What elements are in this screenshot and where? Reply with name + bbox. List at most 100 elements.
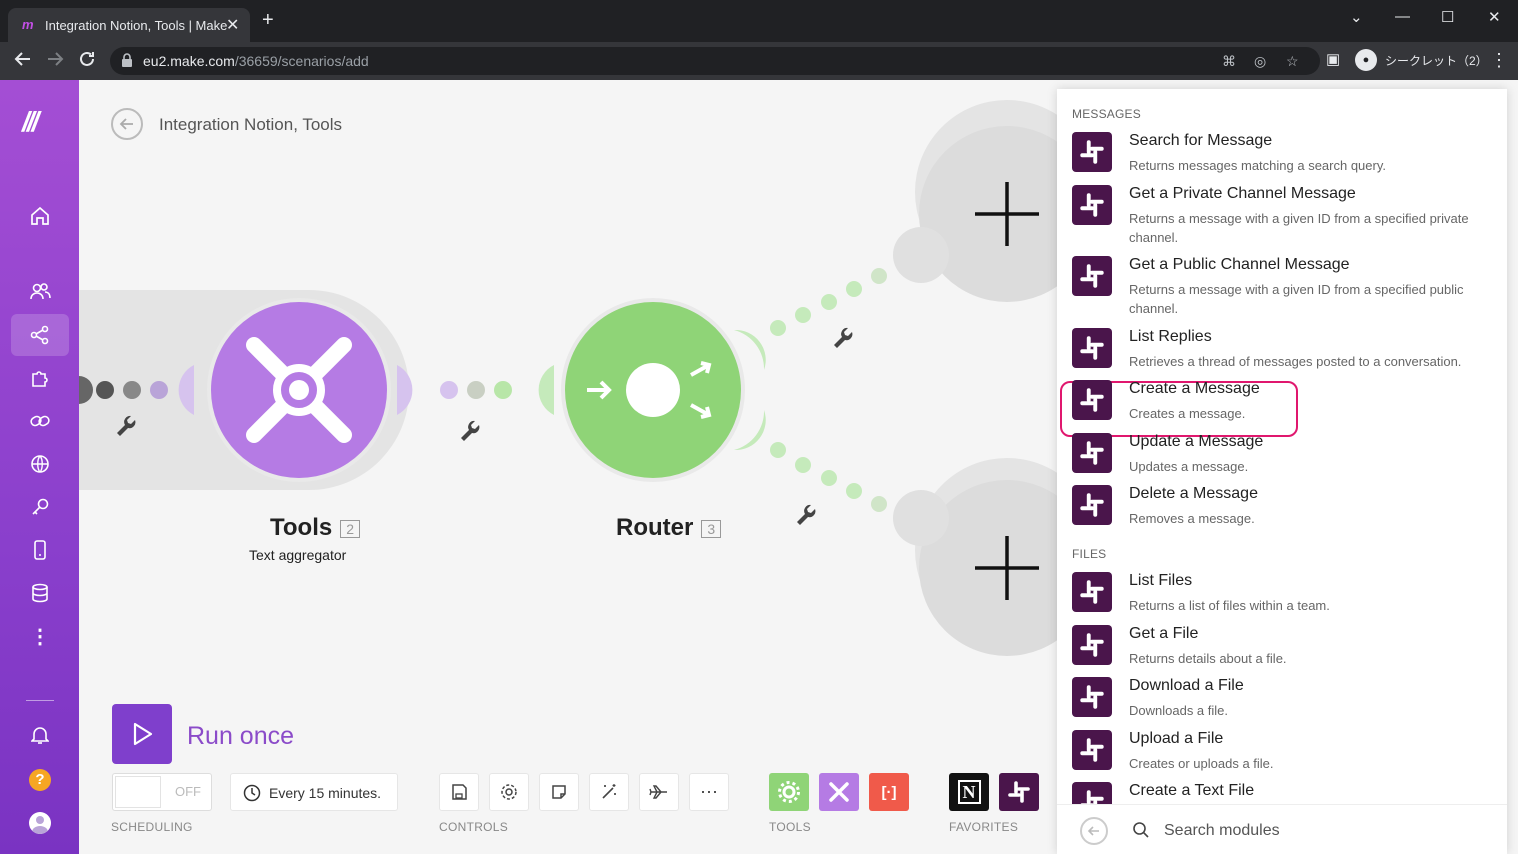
database-icon[interactable] — [28, 581, 52, 605]
browser-tab[interactable]: m Integration Notion, Tools | Make ✕ — [8, 8, 250, 42]
slack-icon — [1072, 625, 1112, 665]
url-text: eu2.make.com/36659/scenarios/add — [143, 53, 369, 69]
side-panel-icon[interactable]: ▣ — [1326, 50, 1340, 70]
eye-off-icon[interactable]: ◎ — [1254, 53, 1266, 70]
connector-dot — [96, 381, 114, 399]
schedule-setting[interactable]: Every 15 minutes. — [230, 773, 398, 811]
user-avatar-icon[interactable] — [28, 811, 52, 835]
tools-module-label[interactable]: Tools 2 — [270, 514, 361, 542]
module-description: Returns messages matching a search query… — [1129, 158, 1386, 173]
module-name: Upload a File — [1129, 730, 1224, 747]
controls-section-label: CONTROLS — [439, 820, 509, 834]
url-field[interactable]: eu2.make.com/36659/scenarios/add ⌘ ◎ ☆ — [110, 47, 1320, 75]
panel-back-button[interactable] — [1080, 817, 1108, 845]
forward-arrow-icon[interactable] — [46, 50, 64, 72]
link-icon[interactable] — [28, 409, 52, 433]
flow-diagram — [79, 100, 1079, 656]
module-description: Creates a message. — [1129, 406, 1246, 421]
module-description: Returns a list of files within a team. — [1129, 598, 1330, 613]
translate-icon[interactable]: ⌘ — [1222, 53, 1236, 70]
slack-icon — [1072, 485, 1112, 525]
more-options-button[interactable]: ⋯ — [689, 773, 729, 811]
settings-button[interactable] — [489, 773, 529, 811]
more-horizontal-icon: ⋯ — [700, 781, 718, 802]
bell-icon[interactable] — [28, 723, 52, 747]
module-description: Downloads a file. — [1129, 703, 1228, 718]
tool-flow-control[interactable] — [769, 773, 809, 811]
schedule-text: Every 15 minutes. — [269, 785, 382, 801]
maximize-button[interactable]: ☐ — [1441, 8, 1454, 26]
module-item[interactable]: Create a Text File — [1072, 782, 1492, 804]
module-description: Removes a message. — [1129, 511, 1255, 526]
reload-icon[interactable] — [78, 50, 96, 72]
module-name: Create a Message — [1129, 380, 1260, 397]
key-icon[interactable] — [28, 495, 52, 519]
tools-module-subtitle: Text aggregator — [249, 547, 347, 563]
run-once-button[interactable] — [112, 704, 172, 764]
back-arrow-icon[interactable] — [14, 50, 32, 72]
module-name: Get a Private Channel Message — [1129, 185, 1356, 202]
favorite-notion[interactable]: N — [949, 773, 989, 811]
group-label-files: FILES — [1072, 547, 1107, 561]
minimize-button[interactable]: — — [1395, 8, 1410, 25]
menu-dots-icon[interactable]: ⋮ — [1490, 50, 1508, 70]
app-content: /// ⋮ ? Integration Notion, Tools Tools … — [0, 80, 1518, 854]
close-window-button[interactable]: ✕ — [1488, 8, 1501, 26]
module-description: Returns details about a file. — [1129, 651, 1287, 666]
gear-icon — [778, 781, 800, 803]
slack-icon — [1072, 328, 1112, 368]
notion-icon: N — [957, 780, 981, 804]
tools-section-label: TOOLS — [769, 820, 811, 834]
slack-icon — [1072, 256, 1112, 296]
module-name: Delete a Message — [1129, 485, 1258, 502]
save-button[interactable] — [439, 773, 479, 811]
module-description: Creates or uploads a file. — [1129, 756, 1274, 771]
module-description: Returns a message with a given ID from a… — [1129, 282, 1464, 316]
scheduling-section-label: SCHEDULING — [111, 820, 193, 834]
sidebar: /// ⋮ ? — [0, 80, 79, 854]
connector-dot — [494, 381, 512, 399]
slack-icon — [1072, 677, 1112, 717]
connector-dot — [123, 381, 141, 399]
airplane-icon — [649, 785, 667, 799]
scheduling-toggle[interactable]: OFF — [112, 773, 212, 811]
star-icon[interactable]: ☆ — [1286, 53, 1299, 70]
router-module-label[interactable]: Router 3 — [616, 514, 722, 542]
tools-icon — [829, 782, 849, 802]
scenarios-share-icon[interactable] — [28, 323, 52, 347]
more-vertical-icon[interactable]: ⋮ — [28, 624, 52, 648]
home-icon[interactable] — [28, 204, 52, 228]
run-once-label[interactable]: Run once — [187, 722, 294, 751]
tab-close-icon[interactable]: ✕ — [226, 15, 239, 35]
module-name: Get a File — [1129, 625, 1199, 642]
puzzle-icon[interactable] — [28, 366, 52, 390]
magic-wand-icon — [602, 784, 616, 799]
module-name: Download a File — [1129, 677, 1244, 694]
module-name: List Files — [1129, 572, 1193, 589]
toggle-state: OFF — [175, 784, 201, 799]
explain-flow-button[interactable] — [639, 773, 679, 811]
favorite-slack[interactable] — [999, 773, 1039, 811]
tool-tools[interactable] — [819, 773, 859, 811]
team-icon[interactable] — [28, 279, 52, 303]
module-description: Retrieves a thread of messages posted to… — [1129, 354, 1462, 369]
mobile-device-icon[interactable] — [28, 538, 52, 562]
search-modules-input[interactable]: Search modules — [1164, 822, 1280, 840]
clock-icon — [243, 784, 261, 802]
auto-align-button[interactable] — [589, 773, 629, 811]
new-tab-button[interactable]: + — [262, 10, 274, 30]
incognito-profile[interactable]: ● シークレット（2） — [1355, 49, 1488, 71]
tool-text-parser[interactable]: [·] — [869, 773, 909, 811]
globe-icon[interactable] — [28, 452, 52, 476]
make-favicon-icon: m — [22, 17, 34, 32]
module-description: Returns a message with a given ID from a… — [1129, 211, 1469, 245]
tab-search-icon[interactable]: ⌄ — [1350, 8, 1363, 26]
module-name: Update a Message — [1129, 433, 1264, 450]
sidebar-divider — [26, 700, 54, 701]
make-logo[interactable]: /// — [22, 106, 39, 138]
slack-module-picker: MESSAGES Search for Message Returns mess… — [1057, 89, 1507, 854]
help-icon[interactable]: ? — [28, 768, 52, 792]
notes-button[interactable] — [539, 773, 579, 811]
router-input-port — [538, 365, 554, 415]
gear-icon — [501, 784, 517, 800]
